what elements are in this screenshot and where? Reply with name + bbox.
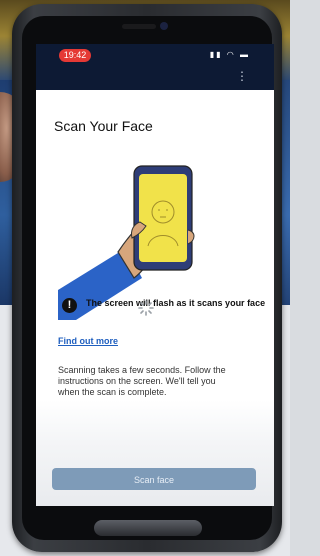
flash-warning-text: The screen will flash as it scans your f… [86, 298, 266, 308]
held-phone-screen [139, 174, 187, 262]
overflow-menu-icon[interactable]: ⋮ [236, 70, 248, 82]
scan-instructions-text: Scanning takes a few seconds. Follow the… [58, 365, 226, 397]
warning-icon: ! [62, 298, 77, 313]
phone-home-bar [94, 520, 202, 536]
battery-icon: ▬ [240, 50, 250, 59]
scan-face-button[interactable]: Scan face [52, 468, 256, 490]
wifi-icon: ◠ [226, 50, 236, 59]
signal-icon: ▮▮ [209, 50, 223, 59]
status-bar: 19:42 ▮▮ ◠ ▬ ⋮ [36, 44, 274, 90]
finger-shape [187, 229, 195, 245]
loading-spinner-icon [138, 300, 154, 316]
status-icons: ▮▮ ◠ ▬ [210, 50, 250, 59]
flash-warning: ! The screen will flash as it scans your… [62, 298, 272, 328]
status-time: 19:42 [59, 49, 91, 62]
phone-speaker [122, 24, 156, 29]
face-scan-illustration [58, 165, 195, 320]
find-out-more-link[interactable]: Find out more [58, 336, 118, 346]
page-title: Scan Your Face [54, 118, 153, 134]
phone-camera [160, 22, 168, 30]
